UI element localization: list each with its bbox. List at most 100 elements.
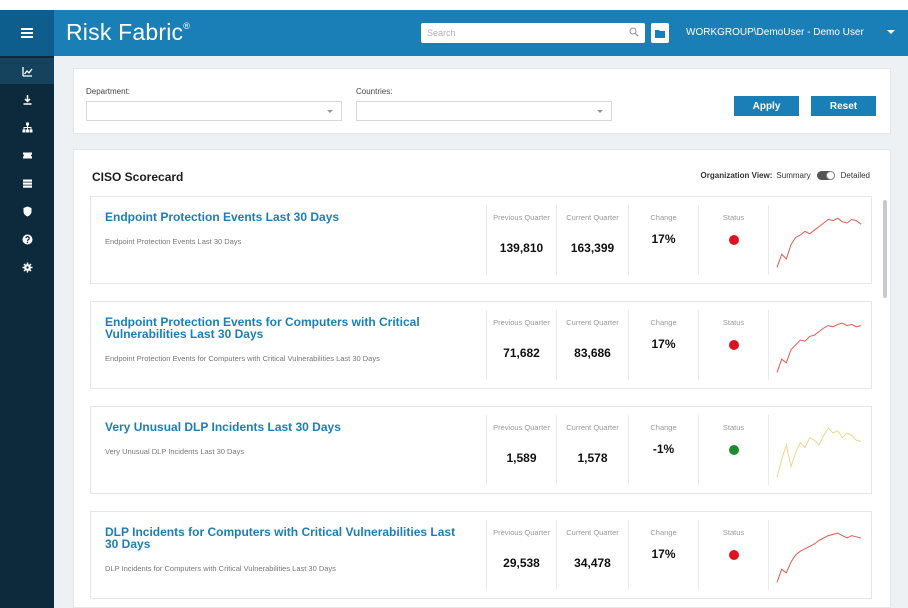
countries-select[interactable] <box>356 101 612 121</box>
scorecard-card[interactable]: DLP Incidents for Computers with Critica… <box>90 511 872 599</box>
sidebar-item-servers[interactable] <box>0 170 54 196</box>
brand-logo[interactable]: Risk Fabric® <box>66 19 190 46</box>
main-content: Department: Countries: Apply Reset CISO … <box>54 56 908 608</box>
scorecard-card[interactable]: Endpoint Protection Events for Computers… <box>90 301 872 389</box>
organization-view-label: Organization View: <box>700 171 773 180</box>
change-column: Change 17% <box>628 310 698 380</box>
sidebar-item-security[interactable] <box>0 198 54 224</box>
current-quarter-value: 83,686 <box>574 346 611 360</box>
previous-quarter-label: Previous Quarter <box>493 213 550 222</box>
change-label: Change <box>650 423 677 432</box>
sidebar-item-dashboard[interactable] <box>0 58 54 84</box>
download-icon <box>23 94 32 105</box>
previous-quarter-value: 139,810 <box>499 241 544 255</box>
previous-quarter-column: Previous Quarter 71,682 <box>486 310 556 380</box>
filter-panel: Department: Countries: Apply Reset <box>73 68 891 134</box>
chevron-down-icon <box>597 110 603 113</box>
summary-option[interactable]: Summary <box>776 171 810 180</box>
hamburger-menu-button[interactable] <box>0 10 54 56</box>
sitemap-icon <box>22 122 33 132</box>
brand-mark: ® <box>183 21 191 31</box>
sparkline-path <box>776 322 862 373</box>
sparkline-path <box>776 217 862 268</box>
status-column: Status <box>698 415 768 485</box>
user-menu-caret-icon[interactable] <box>887 30 895 34</box>
scorecard-panel: CISO Scorecard Organization View: Summar… <box>73 149 891 608</box>
change-value: 17% <box>651 337 676 351</box>
gear-icon <box>22 262 33 272</box>
sparkline-path <box>776 532 862 583</box>
department-label: Department: <box>86 87 131 96</box>
trend-sparkline <box>776 427 862 478</box>
change-label: Change <box>650 528 677 537</box>
top-bar: Risk Fabric® WORKGROUP\DemoUser - Demo U… <box>0 10 908 56</box>
current-quarter-label: Current Quarter <box>566 528 619 537</box>
sidebar-item-tickets[interactable] <box>0 142 54 168</box>
folder-button[interactable] <box>651 23 669 43</box>
previous-quarter-column: Previous Quarter 139,810 <box>486 205 556 275</box>
search-input[interactable] <box>421 23 621 43</box>
status-column: Status <box>698 310 768 380</box>
change-label: Change <box>650 213 677 222</box>
card-description: Endpoint Protection Events Last 30 Days <box>105 237 242 246</box>
sidebar-item-help[interactable] <box>0 226 54 252</box>
sidebar-item-download[interactable] <box>0 86 54 112</box>
previous-quarter-value: 71,682 <box>503 346 540 360</box>
status-label: Status <box>722 213 745 222</box>
current-quarter-column: Current Quarter 163,399 <box>556 205 628 275</box>
status-indicator-green <box>728 445 739 455</box>
scrollbar[interactable] <box>880 196 890 607</box>
status-label: Status <box>722 528 745 537</box>
current-quarter-value: 1,578 <box>577 451 608 465</box>
organization-view-switch: Organization View: Summary Detailed <box>701 171 870 180</box>
folder-icon <box>655 29 665 38</box>
previous-quarter-value: 1,589 <box>506 451 537 465</box>
status-column: Status <box>698 205 768 275</box>
status-indicator-red <box>728 550 739 560</box>
reset-button[interactable]: Reset <box>811 96 876 116</box>
chevron-down-icon <box>327 110 333 113</box>
card-title-link[interactable]: Endpoint Protection Events for Computers… <box>105 316 465 340</box>
detailed-option[interactable]: Detailed <box>841 171 870 180</box>
card-title-link[interactable]: Very Unusual DLP Incidents Last 30 Days <box>105 421 465 433</box>
column-divider <box>768 520 769 590</box>
current-quarter-label: Current Quarter <box>566 318 619 327</box>
change-label: Change <box>650 318 677 327</box>
current-quarter-label: Current Quarter <box>566 213 619 222</box>
change-value: -1% <box>652 442 675 456</box>
change-column: Change 17% <box>628 520 698 590</box>
apply-button[interactable]: Apply <box>734 96 799 116</box>
status-indicator-red <box>728 340 739 350</box>
sidebar-item-settings[interactable] <box>0 254 54 280</box>
previous-quarter-label: Previous Quarter <box>493 423 550 432</box>
help-icon <box>22 234 33 244</box>
previous-quarter-label: Previous Quarter <box>493 318 550 327</box>
status-label: Status <box>722 423 745 432</box>
chart-line-icon <box>22 66 33 77</box>
scorecard-card[interactable]: Very Unusual DLP Incidents Last 30 Days … <box>90 406 872 494</box>
current-quarter-label: Current Quarter <box>566 423 619 432</box>
department-select[interactable] <box>86 101 342 121</box>
card-title-link[interactable]: DLP Incidents for Computers with Critica… <box>105 526 465 550</box>
scorecard-card[interactable]: Endpoint Protection Events Last 30 Days … <box>90 196 872 284</box>
status-label: Status <box>722 318 745 327</box>
trend-sparkline <box>776 322 862 373</box>
scrollbar-thumb[interactable] <box>883 200 887 298</box>
status-column: Status <box>698 520 768 590</box>
organization-view-toggle[interactable] <box>816 171 835 180</box>
search-box <box>421 23 645 43</box>
scorecard-title: CISO Scorecard <box>92 170 184 184</box>
card-title-link[interactable]: Endpoint Protection Events Last 30 Days <box>105 211 465 223</box>
sidebar-item-hierarchy[interactable] <box>0 114 54 140</box>
sidebar <box>0 56 54 608</box>
search-icon[interactable] <box>629 27 639 37</box>
countries-label: Countries: <box>356 87 393 96</box>
user-menu-label[interactable]: WORKGROUP\DemoUser - Demo User <box>686 27 864 38</box>
change-value: 17% <box>651 547 676 561</box>
hamburger-icon <box>21 32 33 34</box>
column-divider <box>768 205 769 275</box>
column-divider <box>768 310 769 380</box>
brand-name: Risk Fabric <box>66 19 184 45</box>
current-quarter-column: Current Quarter 83,686 <box>556 310 628 380</box>
card-description: DLP Incidents for Computers with Critica… <box>105 564 336 573</box>
